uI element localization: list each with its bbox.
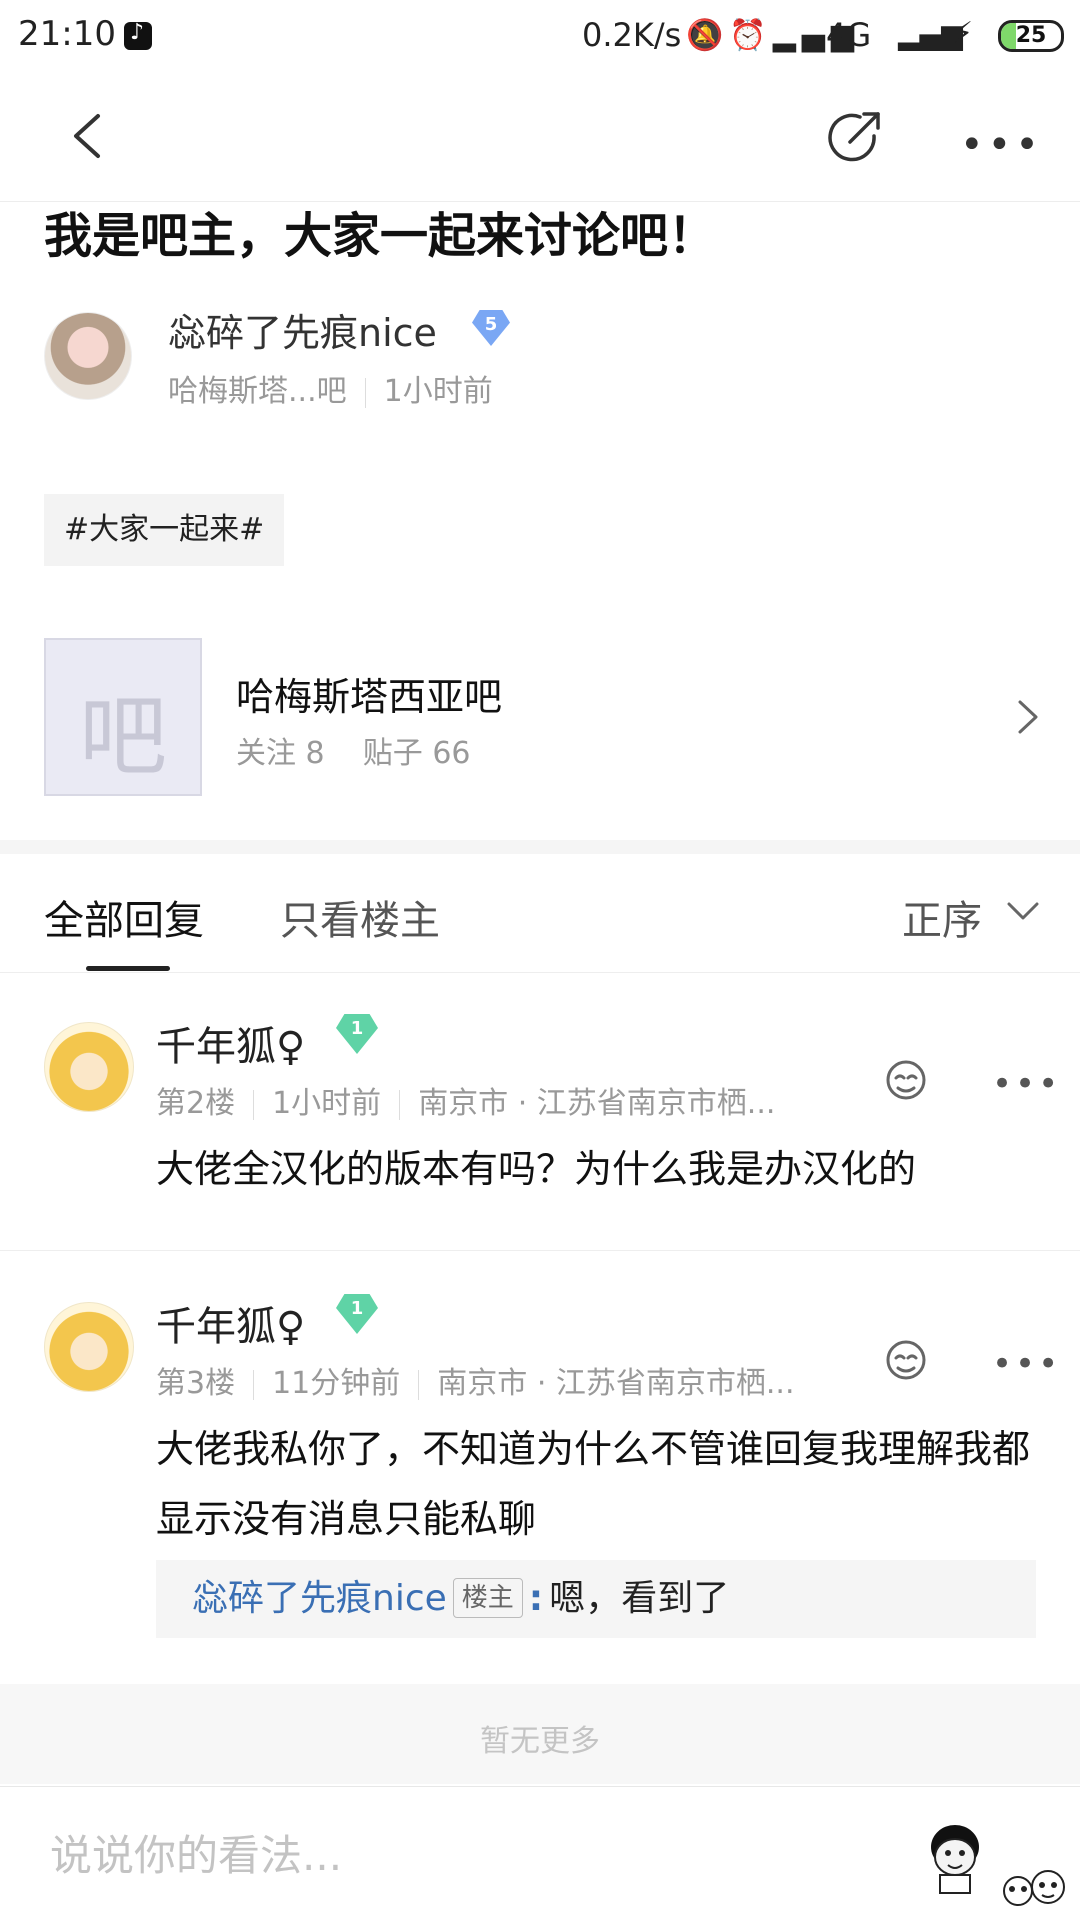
battery-icon: 25 <box>998 20 1064 52</box>
battery-percent: 25 <box>1015 23 1047 48</box>
panda-sticker-icon[interactable] <box>1000 1861 1070 1911</box>
reply-time: 11分钟前 <box>272 1366 401 1401</box>
reply-meta: 第2楼 1小时前 南京市 · 江苏省南京市栖... <box>156 1078 836 1122</box>
no-more-label: 暂无更多 <box>480 1724 600 1759</box>
section-divider <box>0 840 1080 854</box>
chevron-right-icon[interactable] <box>1014 698 1042 736</box>
emoji-sticker-icon[interactable] <box>918 1817 992 1897</box>
thinking-face-icon[interactable] <box>882 1056 930 1104</box>
network-speed: 0.2K/s <box>582 16 682 54</box>
share-arrow-icon[interactable] <box>822 106 886 170</box>
reply-text: 大佬我私你了，不知道为什么不管谁回复我理解我都显示没有消息只能私聊 <box>156 1427 1031 1541</box>
topic-tag[interactable]: #大家一起来# <box>44 494 285 566</box>
reply-time: 1小时前 <box>272 1086 382 1121</box>
meta-divider <box>418 1369 420 1400</box>
reply-meta: 第3楼 11分钟前 南京市 · 江苏省南京市栖... <box>156 1358 836 1402</box>
author-name[interactable]: 惢碎了先痕nice <box>168 302 437 357</box>
author-avatar[interactable] <box>44 312 132 400</box>
active-tab-indicator <box>86 966 170 971</box>
tab-all-replies[interactable]: 全部回复 <box>44 888 204 946</box>
post-meta: 哈梅斯塔...吧 1小时前 <box>168 366 493 410</box>
forum-name[interactable]: 哈梅斯塔西亚吧 <box>236 666 502 721</box>
charging-icon: ⚡ <box>952 16 974 51</box>
reply-text: 大佬全汉化的版本有吗？为什么我是办汉化的 <box>156 1147 917 1191</box>
top-nav-bar: ••• <box>0 74 1080 202</box>
tiktok-notification-icon <box>124 20 152 50</box>
reply-more-icon[interactable]: ••• <box>992 1064 1061 1104</box>
network-type: 4G <box>826 16 872 54</box>
forum-stats: 关注 8 贴子 66 <box>236 728 471 772</box>
reply-floor: 第2楼 <box>156 1086 236 1121</box>
chevron-left-icon[interactable] <box>64 112 112 160</box>
op-tag-badge: 楼主 <box>452 1578 523 1618</box>
forum-thumb-char: 吧 <box>78 685 167 788</box>
reply-username[interactable]: 千年狐♀ <box>156 1014 305 1072</box>
post-time: 1小时前 <box>383 374 493 409</box>
post-forum-short[interactable]: 哈梅斯塔...吧 <box>168 374 347 409</box>
chevron-down-icon[interactable] <box>1006 896 1040 926</box>
sub-reply[interactable]: 惢碎了先痕nice 楼主: 嗯，看到了 <box>156 1560 1036 1638</box>
tabs-divider <box>0 972 1080 973</box>
forum-thumbnail[interactable]: 吧 <box>44 638 202 796</box>
comment-input[interactable] <box>50 1825 850 1885</box>
comment-input-bar <box>0 1786 1080 1920</box>
sub-reply-text: 嗯，看到了 <box>549 1578 730 1619</box>
sub-reply-author[interactable]: 惢碎了先痕nice <box>192 1578 447 1619</box>
meta-divider <box>364 377 366 408</box>
status-time: 21:10 <box>18 14 116 54</box>
forum-follows: 关注 8 <box>236 736 325 771</box>
forum-posts: 贴子 66 <box>362 736 471 771</box>
reply-username[interactable]: 千年狐♀ <box>156 1294 305 1352</box>
sub-reply-colon: : <box>528 1578 544 1619</box>
author-level: 5 <box>484 314 498 335</box>
sort-order-button[interactable]: 正序 <box>902 888 982 946</box>
meta-divider <box>399 1089 401 1120</box>
status-bar: 21:10 0.2K/s 🔕⏰▂▄▆ 4G ▂▄▆ ⚡ 25 <box>0 0 1080 74</box>
reply-more-icon[interactable]: ••• <box>992 1344 1061 1384</box>
post-title: 我是吧主，大家一起来讨论吧！ <box>44 208 717 264</box>
tab-op-only[interactable]: 只看楼主 <box>280 888 440 946</box>
reply-divider <box>0 1250 1080 1251</box>
reply-location: 南京市 · 江苏省南京市栖... <box>437 1366 795 1401</box>
reply-avatar[interactable] <box>44 1302 134 1392</box>
level-badge-icon: 1 <box>336 1294 378 1334</box>
reply-avatar[interactable] <box>44 1022 134 1112</box>
level-badge-icon: 5 <box>472 310 510 346</box>
reply-level: 1 <box>350 1298 364 1319</box>
more-horizontal-icon[interactable]: ••• <box>960 122 1043 168</box>
level-badge-icon: 1 <box>336 1014 378 1054</box>
meta-divider <box>253 1369 255 1400</box>
meta-divider <box>253 1089 255 1120</box>
reply-location: 南京市 · 江苏省南京市栖... <box>418 1086 776 1121</box>
reply-floor: 第3楼 <box>156 1366 236 1401</box>
thinking-face-icon[interactable] <box>882 1336 930 1384</box>
reply-level: 1 <box>350 1018 364 1039</box>
